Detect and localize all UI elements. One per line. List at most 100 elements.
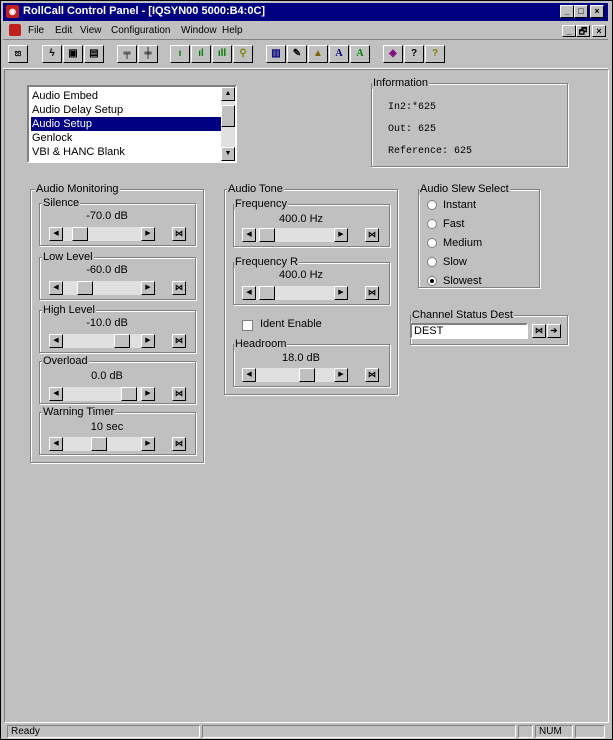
menu-view[interactable]: View xyxy=(80,25,102,36)
scroll-thumb[interactable] xyxy=(221,105,235,127)
key-icon[interactable]: ⚲ xyxy=(233,45,253,63)
scroll-up-icon[interactable]: ▲ xyxy=(221,87,235,101)
slider-thumb[interactable] xyxy=(91,437,107,451)
font-a-green-icon[interactable]: A xyxy=(350,45,370,63)
list-item-genlock[interactable]: Genlock xyxy=(31,131,222,145)
minimize-button[interactable]: _ xyxy=(560,5,574,18)
silence-slider[interactable]: ◀ ▶ xyxy=(49,227,155,241)
info-reference: Reference: 625 xyxy=(388,146,473,157)
overload-slider[interactable]: ◀ ▶ xyxy=(49,387,155,401)
radio-circle[interactable] xyxy=(427,276,437,286)
channel-status-apply-icon[interactable]: ➔ xyxy=(547,324,561,338)
information-label: Information xyxy=(372,77,430,89)
slider-left-icon[interactable]: ◀ xyxy=(49,281,63,295)
network-icon[interactable]: ╤ xyxy=(117,45,137,63)
mdi-restore-button[interactable]: 🗗 xyxy=(576,25,590,37)
slider-left-icon[interactable]: ◀ xyxy=(49,227,63,241)
title-bar[interactable]: ◉ RollCall Control Panel - [IQSYN00 5000… xyxy=(3,3,608,21)
slider-thumb[interactable] xyxy=(299,368,315,382)
radio-circle[interactable] xyxy=(427,238,437,248)
slider-thumb[interactable] xyxy=(114,334,130,348)
radio-circle[interactable] xyxy=(427,200,437,210)
slider-thumb[interactable] xyxy=(77,281,93,295)
slider-left-icon[interactable]: ◀ xyxy=(49,334,63,348)
level3-icon[interactable]: ıll xyxy=(212,45,232,63)
diamond-icon[interactable]: ◈ xyxy=(383,45,403,63)
bolt-icon[interactable]: ϟ xyxy=(42,45,62,63)
slider-right-icon[interactable]: ▶ xyxy=(141,281,155,295)
warning-timer-preset-icon[interactable]: ⋈ xyxy=(172,437,186,451)
book-icon[interactable]: ▥ xyxy=(266,45,286,63)
overload-label: Overload xyxy=(42,355,89,367)
slider-thumb[interactable] xyxy=(121,387,137,401)
mdi-minimize-button[interactable]: _ xyxy=(562,25,576,37)
low-level-slider[interactable]: ◀ ▶ xyxy=(49,281,155,295)
question-icon[interactable]: ? xyxy=(425,45,445,63)
slider-right-icon[interactable]: ▶ xyxy=(141,227,155,241)
slider-left-icon[interactable]: ◀ xyxy=(49,437,63,451)
save-icon[interactable]: ▣ xyxy=(63,45,83,63)
screen-help-icon[interactable]: ? xyxy=(404,45,424,63)
menu-edit[interactable]: Edit xyxy=(55,25,72,36)
save-all-icon[interactable]: ▤ xyxy=(84,45,104,63)
list-item-audio-delay-setup[interactable]: Audio Delay Setup xyxy=(31,103,222,117)
lock-icon[interactable]: ▲ xyxy=(308,45,328,63)
high-level-value: -10.0 dB xyxy=(86,317,128,329)
maximize-button[interactable]: □ xyxy=(574,5,588,18)
menu-file[interactable]: File xyxy=(28,25,44,36)
frequency-preset-icon[interactable]: ⋈ xyxy=(365,228,379,242)
level2-icon[interactable]: ıl xyxy=(191,45,211,63)
channel-status-preset-icon[interactable]: ⋈ xyxy=(532,324,546,338)
slider-thumb[interactable] xyxy=(72,227,88,241)
list-item-audio-setup[interactable]: Audio Setup xyxy=(31,117,222,131)
document-icon[interactable] xyxy=(9,24,21,36)
high-level-slider[interactable]: ◀ ▶ xyxy=(49,334,155,348)
connect-icon[interactable]: ಙ xyxy=(8,45,28,63)
menu-configuration[interactable]: Configuration xyxy=(111,25,170,36)
app-logo-icon: ◉ xyxy=(6,5,19,18)
mdi-close-button[interactable]: × xyxy=(592,25,606,37)
frequency-r-value: 400.0 Hz xyxy=(278,269,324,281)
font-a-icon[interactable]: A xyxy=(329,45,349,63)
slider-right-icon[interactable]: ▶ xyxy=(334,368,348,382)
list-item-audio-embed[interactable]: Audio Embed xyxy=(31,89,222,103)
low-level-preset-icon[interactable]: ⋈ xyxy=(172,281,186,295)
edit-icon[interactable]: ✎ xyxy=(287,45,307,63)
close-button[interactable]: × xyxy=(590,5,604,18)
slider-right-icon[interactable]: ▶ xyxy=(334,228,348,242)
slider-right-icon[interactable]: ▶ xyxy=(334,286,348,300)
frequency-r-preset-icon[interactable]: ⋈ xyxy=(365,286,379,300)
slider-thumb[interactable] xyxy=(259,228,275,242)
slider-left-icon[interactable]: ◀ xyxy=(242,286,256,300)
menu-help[interactable]: Help xyxy=(222,25,243,36)
slider-left-icon[interactable]: ◀ xyxy=(242,368,256,382)
slider-right-icon[interactable]: ▶ xyxy=(141,387,155,401)
status-panel-caps xyxy=(518,725,533,738)
overload-preset-icon[interactable]: ⋈ xyxy=(172,387,186,401)
ident-enable-checkbox[interactable] xyxy=(242,320,253,331)
slider-right-icon[interactable]: ▶ xyxy=(141,437,155,451)
slider-right-icon[interactable]: ▶ xyxy=(141,334,155,348)
radio-circle[interactable] xyxy=(427,219,437,229)
audio-tone-group: Audio Tone Frequency 400.0 Hz ◀ ▶ ⋈ Freq… xyxy=(224,183,398,395)
slider-left-icon[interactable]: ◀ xyxy=(242,228,256,242)
slider-left-icon[interactable]: ◀ xyxy=(49,387,63,401)
warning-timer-slider[interactable]: ◀ ▶ xyxy=(49,437,155,451)
menu-window[interactable]: Window xyxy=(181,25,217,36)
slider-thumb[interactable] xyxy=(259,286,275,300)
silence-group: Silence -70.0 dB ◀ ▶ ⋈ xyxy=(39,197,196,246)
hierarchy-icon[interactable]: ╪ xyxy=(138,45,158,63)
menu-listbox[interactable]: Audio Embed Audio Delay Setup Audio Setu… xyxy=(27,85,237,163)
channel-status-field[interactable]: DEST xyxy=(410,323,528,339)
level1-icon[interactable]: ı xyxy=(170,45,190,63)
scroll-down-icon[interactable]: ▼ xyxy=(221,147,235,161)
radio-circle[interactable] xyxy=(427,257,437,267)
list-item-vbi-hanc-blank[interactable]: VBI & HANC Blank xyxy=(31,145,222,159)
list-scrollbar[interactable]: ▲ ▼ xyxy=(221,87,235,161)
headroom-slider[interactable]: ◀ ▶ xyxy=(242,368,348,382)
high-level-preset-icon[interactable]: ⋈ xyxy=(172,334,186,348)
headroom-preset-icon[interactable]: ⋈ xyxy=(365,368,379,382)
frequency-r-slider[interactable]: ◀ ▶ xyxy=(242,286,348,300)
frequency-slider[interactable]: ◀ ▶ xyxy=(242,228,348,242)
silence-preset-icon[interactable]: ⋈ xyxy=(172,227,186,241)
